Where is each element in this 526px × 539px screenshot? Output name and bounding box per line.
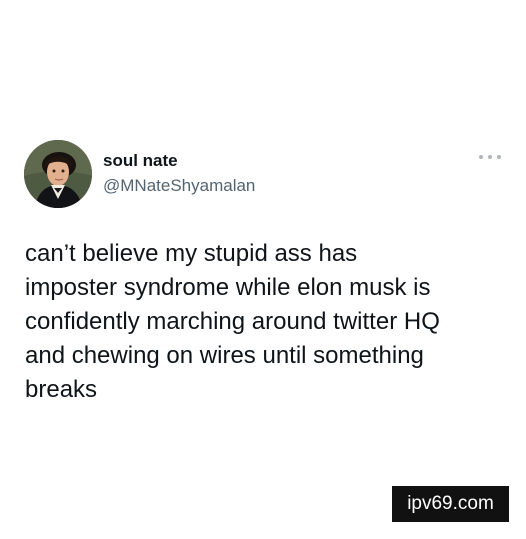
display-name[interactable]: soul nate [103, 151, 178, 171]
tweet-text: can’t believe my stupid ass has imposter… [25, 240, 440, 403]
avatar[interactable] [24, 140, 92, 208]
portrait-avatar-icon [24, 140, 92, 208]
more-dot [488, 155, 492, 159]
more-dot [479, 155, 483, 159]
watermark-label: ipv69.com [392, 486, 509, 522]
user-handle[interactable]: @MNateShyamalan [103, 176, 255, 196]
more-dot [497, 155, 501, 159]
tweet-card: soul nate @MNateShyamalan can’t believe … [0, 0, 526, 539]
more-options-icon[interactable] [479, 150, 501, 164]
